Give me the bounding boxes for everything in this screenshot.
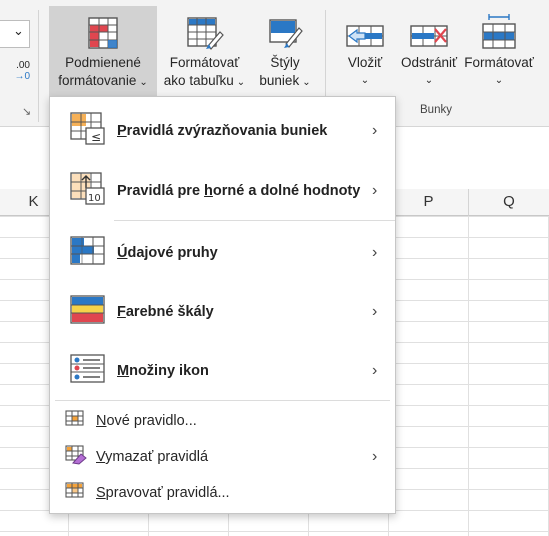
menu-item-manage-rules[interactable]: Spravovať pravidlá... [50,481,395,505]
menu-item-label: Pravidlá pre horné a dolné hodnoty [117,183,361,199]
number-group-launcher-icon[interactable]: ↘ [22,105,31,118]
format-cells-label: Formátovať [464,55,534,70]
cell-styles-line1: Štýly [270,55,300,70]
column-header-q[interactable]: Q [469,189,549,216]
clear-rules-icon [65,444,87,470]
menu-item-clear-rules[interactable]: Vymazať pravidlá › [50,444,395,470]
menu-separator [55,400,390,401]
column-header-label: P [423,193,434,210]
chevron-right-icon: › [372,362,378,379]
conditional-formatting-menu: ≤ Pravidlá zvýrazňovania buniek › 10 Pra… [49,96,396,514]
menu-item-label: Vymazať pravidlá [96,449,209,465]
format-cells-button[interactable]: Formátovať ⌄ [464,6,534,96]
chevron-right-icon: › [372,303,378,320]
svg-text:≤: ≤ [91,130,101,144]
decrease-decimal-button[interactable]: .00 →0 [6,60,30,90]
cell-styles-button[interactable]: Štýly buniek ⌄ [252,6,318,96]
cell-styles-line2: buniek [259,73,300,88]
format-as-table-button[interactable]: Formátovať ako tabuľku ⌄ [157,6,252,96]
top-bottom-rules-icon: 10 [70,171,106,211]
delete-cells-button[interactable]: Odstrániť ⌄ [397,6,461,96]
conditional-formatting-line1: Podmienené [65,55,141,70]
chevron-right-icon: › [372,244,378,261]
delete-cells-icon [409,6,449,50]
color-scales-icon [70,294,106,330]
cells-group-label: Bunky [420,104,452,116]
format-as-table-icon [186,6,224,50]
data-bars-icon [70,235,106,271]
highlight-cells-rules-icon: ≤ [70,111,106,151]
chevron-down-icon: ⌄ [424,75,434,86]
conditional-formatting-icon [85,6,121,50]
menu-item-new-rule[interactable]: Nové pravidlo... [50,409,395,433]
menu-item-label: Nové pravidlo... [96,413,197,429]
insert-cells-button[interactable]: Vložiť ⌄ [336,6,394,96]
menu-item-label: Pravidlá zvýrazňovania buniek [117,123,328,139]
menu-item-label: Farebné škály [117,304,214,320]
menu-separator [114,220,395,221]
column-header-label: Q [503,193,515,210]
decimal-text: .00 [16,60,30,71]
conditional-formatting-button[interactable]: Podmienené formátovanie ⌄ [49,6,157,96]
ribbon-separator [38,10,39,122]
chevron-down-icon: ⌄ [139,77,148,88]
manage-rules-icon [65,481,85,505]
new-rule-icon [65,409,85,433]
chevron-down-icon: ⌄ [360,75,370,86]
chevron-right-icon: › [372,448,378,465]
format-as-table-line1: Formátovať [169,55,240,70]
number-format-dropdown[interactable]: ⌄ [0,20,30,48]
menu-item-highlight-cells-rules[interactable]: ≤ Pravidlá zvýrazňovania buniek › [50,111,395,151]
format-cells-icon [479,6,519,50]
chevron-down-icon: ⌄ [494,75,504,86]
cell-styles-icon [266,6,304,50]
menu-item-label: Spravovať pravidlá... [96,485,230,501]
svg-text:10: 10 [88,193,101,204]
menu-item-label: Množiny ikon [117,363,209,379]
delete-cells-label: Odstrániť [400,55,458,70]
menu-item-icon-sets[interactable]: Množiny ikon › [50,351,395,391]
conditional-formatting-line2: formátovanie [58,73,137,88]
format-as-table-line2: ako tabuľku [163,73,234,88]
insert-cells-label: Vložiť [347,55,383,70]
menu-item-top-bottom-rules[interactable]: 10 Pravidlá pre horné a dolné hodnoty › [50,171,395,211]
column-header-p[interactable]: P [389,189,469,216]
menu-item-label: Údajové pruhy [117,245,218,261]
column-header-label: K [28,193,39,210]
decimal-arrow-icon: →0 [14,71,30,82]
chevron-right-icon: › [372,122,378,139]
chevron-right-icon: › [372,182,378,199]
menu-item-data-bars[interactable]: Údajové pruhy › [50,233,395,273]
menu-item-color-scales[interactable]: Farebné škály › [50,292,395,332]
insert-cells-icon [345,6,385,50]
chevron-down-icon: ⌄ [302,77,311,88]
icon-sets-icon [70,353,106,389]
chevron-down-icon: ⌄ [13,23,24,38]
chevron-down-icon: ⌄ [236,77,246,88]
